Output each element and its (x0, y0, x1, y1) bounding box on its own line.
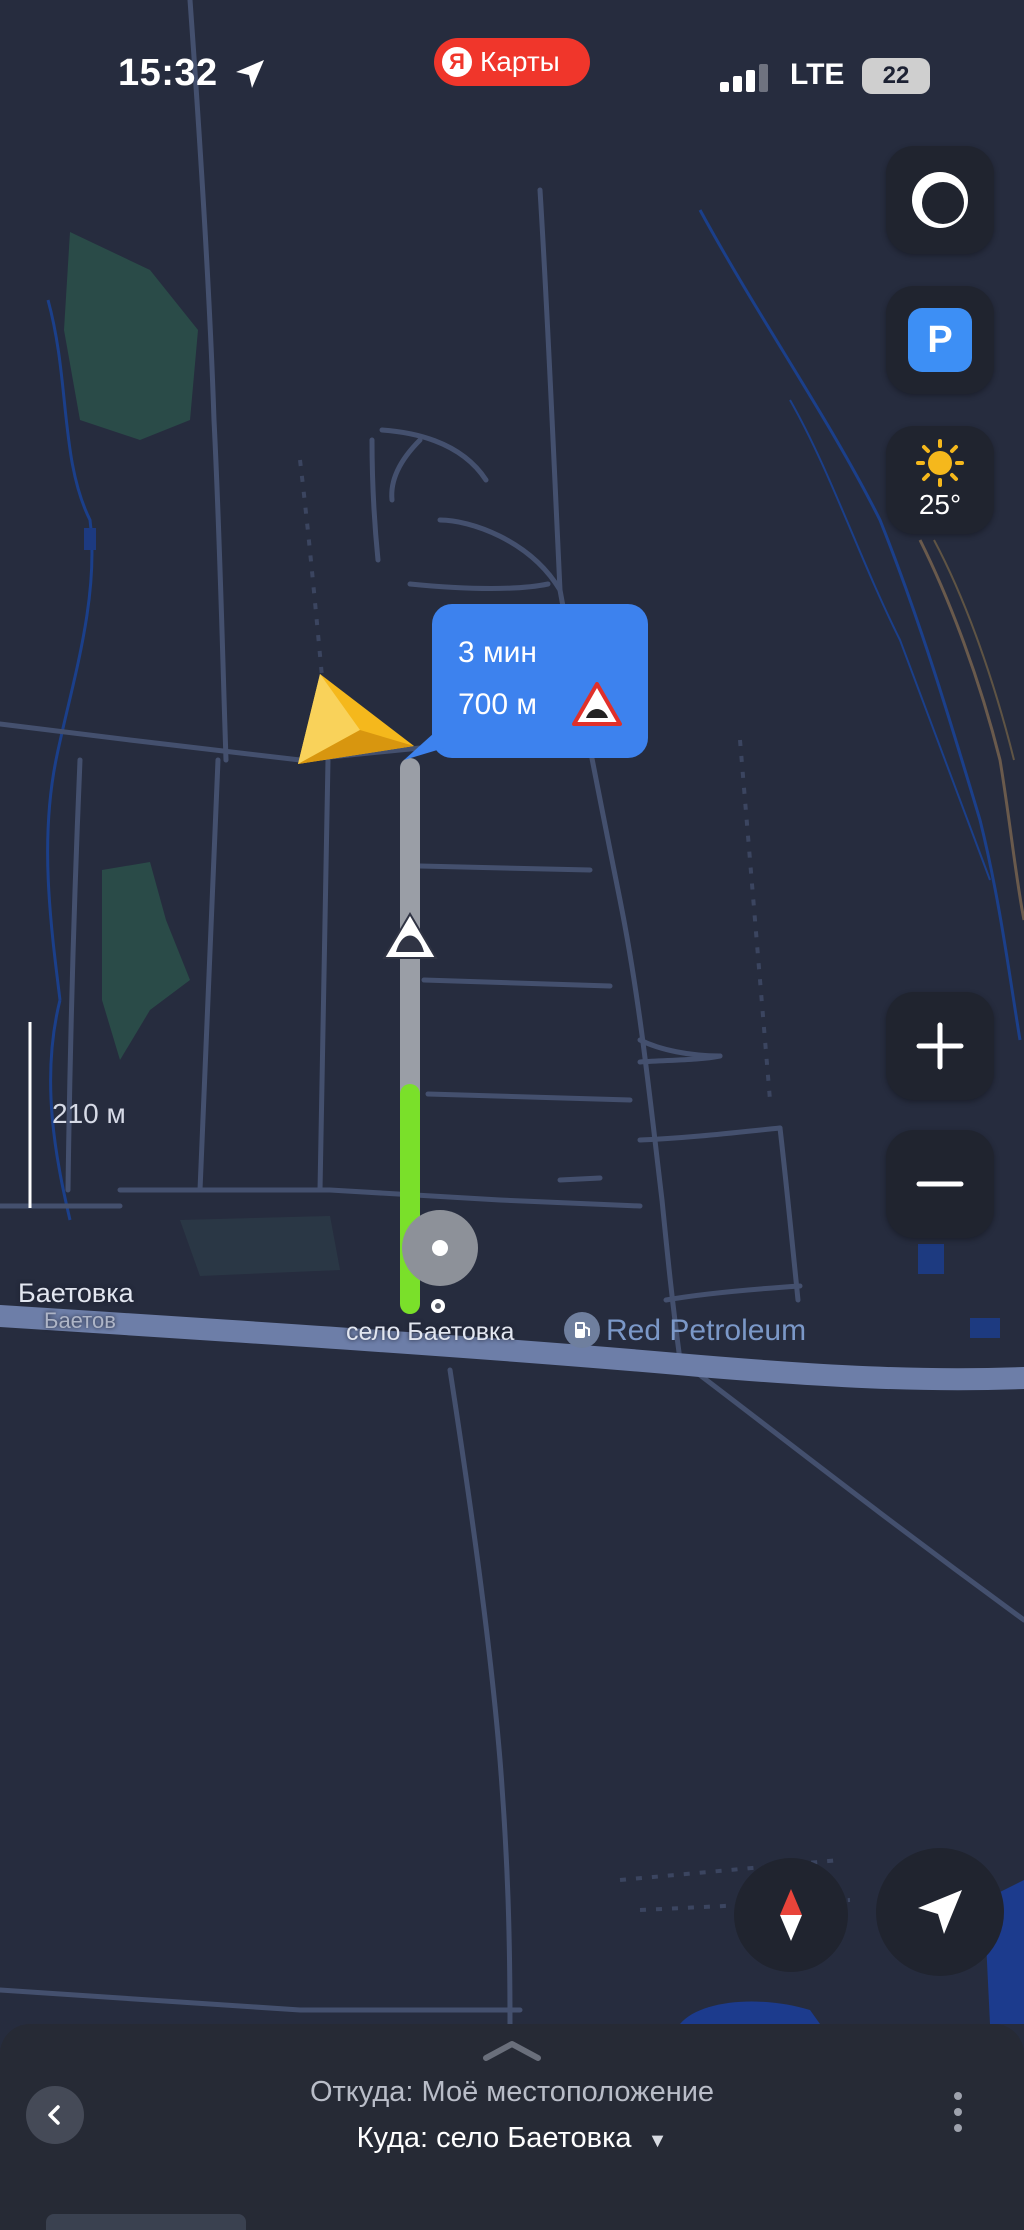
status-time: 15:32 (118, 52, 218, 94)
map-canvas[interactable] (0, 0, 1024, 2230)
location-arrow-icon (236, 60, 264, 88)
parking-button[interactable]: P (886, 286, 994, 394)
road-bump-sign-icon (572, 682, 622, 726)
app-name: Карты (480, 46, 560, 77)
yandex-maps-pill[interactable]: Я Карты (434, 38, 590, 86)
alice-icon (912, 172, 968, 228)
plus-icon (916, 1022, 964, 1070)
minus-icon (916, 1181, 964, 1187)
parking-icon: P (908, 308, 972, 372)
more-options-icon[interactable] (948, 2088, 968, 2138)
yandex-logo-icon: Я (442, 47, 472, 77)
poi-label[interactable]: Red Petroleum (606, 1314, 806, 1348)
network-type: LTE (790, 58, 845, 91)
map-scale-label: 210 м (52, 1098, 126, 1129)
compass-icon (780, 1889, 802, 1941)
fuel-station-icon[interactable] (564, 1312, 600, 1348)
route-to-field[interactable]: Куда: село Баетовка ▼ (0, 2122, 1024, 2155)
alice-button[interactable] (886, 146, 994, 254)
route-info-bubble[interactable]: 3 мин 700 м (404, 604, 648, 760)
bubble-tail (404, 724, 444, 760)
route-distance: 700 м (458, 688, 538, 721)
weather-temperature: 25° (918, 489, 962, 520)
dropdown-arrow-icon: ▼ (647, 2130, 668, 2152)
route-to-text: Куда: село Баетовка (356, 2122, 632, 2154)
destination-label[interactable]: село Баетовка (346, 1318, 514, 1347)
battery-indicator: 22 (862, 58, 930, 94)
drag-handle-icon[interactable] (482, 2038, 542, 2062)
zoom-in-button[interactable] (886, 992, 994, 1100)
map-screen: 15:32 Я Карты LTE 22 P 25° 3 мин 700 м 2… (0, 0, 1024, 2230)
zoom-out-button[interactable] (886, 1130, 994, 1238)
signal-strength-icon (720, 64, 768, 92)
village-alt-label: Баетов (44, 1308, 116, 1333)
my-location-button[interactable] (876, 1848, 1004, 1976)
route-from-field[interactable]: Откуда: Моё местоположение (0, 2076, 1024, 2109)
village-label: Баетовка (18, 1278, 134, 1308)
sun-icon (916, 439, 964, 487)
route-panel: Откуда: Моё местоположение Куда: село Ба… (0, 2024, 1024, 2230)
bottom-tab-indicator (46, 2214, 246, 2230)
route-time: 3 мин (458, 636, 537, 669)
navigation-arrow-icon (918, 1890, 962, 1934)
weather-button[interactable]: 25° (886, 426, 994, 534)
road-bump-warning-icon (382, 912, 438, 959)
compass-button[interactable] (734, 1858, 848, 1972)
